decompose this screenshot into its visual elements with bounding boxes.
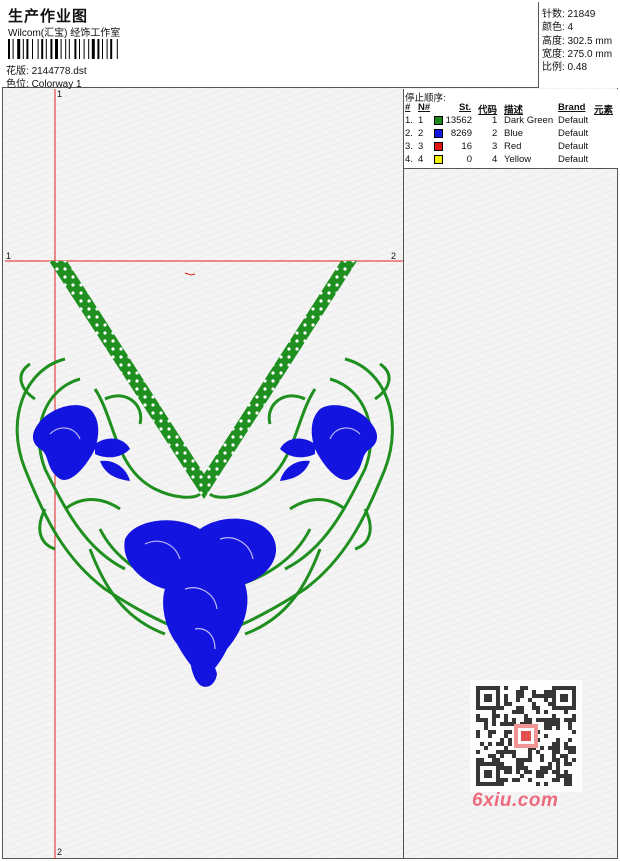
row-stitches: 0 — [466, 154, 472, 165]
stop-sequence-panel: 停止顺序: # N# St. 代码 描述 Brand 元素 1. 1 13562 1 D… — [404, 89, 618, 169]
v-neck-band — [49, 261, 357, 499]
row-desc: Yellow — [504, 154, 532, 165]
color-swatch — [434, 116, 443, 125]
row-code: 4 — [492, 154, 498, 165]
row-brand: Default — [558, 115, 589, 126]
axis-h-right: 2 — [391, 251, 397, 261]
row-num: 1. — [405, 115, 413, 126]
colorway-line: 色位: Colorway 1 — [6, 75, 82, 90]
row-n: 4 — [418, 154, 424, 165]
left-rose — [32, 405, 130, 481]
design-scale: 比例: 0.48 — [542, 62, 588, 73]
watermark-text: 6xiu.com — [472, 790, 559, 811]
col-desc: 描述 — [504, 105, 524, 116]
header: 生产作业图 Wilcom(汇宝) 经饰工作室 花版: 2144778.dst 色… — [2, 2, 618, 90]
right-rose — [280, 405, 378, 481]
col-element: 元素 — [594, 105, 614, 116]
page-title: 生产作业图 — [8, 8, 89, 25]
row-desc: Red — [504, 141, 522, 152]
row-code: 3 — [492, 141, 498, 152]
table-header: # N# St. 代码 描述 Brand 元素 — [404, 102, 618, 116]
color-swatch — [434, 142, 443, 151]
table-row: 2. 2 8269 2 Blue Default — [404, 128, 618, 140]
row-desc: Blue — [504, 128, 524, 139]
col-n: N# — [418, 102, 431, 113]
row-brand: Default — [558, 141, 589, 152]
color-swatch — [434, 155, 443, 164]
design-stats: 针数: 21849 颜色: 4 高度: 302.5 mm 宽度: 275.0 m… — [538, 2, 618, 88]
row-brand: Default — [558, 154, 589, 165]
color-count: 颜色: 4 — [542, 22, 574, 33]
col-st: St. — [459, 102, 472, 113]
axis-h-left: 1 — [6, 251, 12, 261]
color-swatch — [434, 129, 443, 138]
row-stitches: 8269 — [450, 128, 472, 139]
axis-v-top: 1 — [57, 89, 63, 99]
qr-code-icon — [470, 680, 582, 792]
red-stitch-mark — [184, 272, 196, 276]
embroidery-preview — [5, 89, 403, 859]
row-n: 1 — [418, 115, 424, 126]
table-row: 3. 3 16 3 Red Default — [404, 141, 618, 153]
center-rose-cluster — [124, 518, 277, 687]
row-code: 2 — [492, 128, 498, 139]
studio-name: Wilcom(汇宝) 经饰工作室 — [8, 28, 121, 39]
col-num: # — [405, 102, 411, 113]
row-n: 2 — [418, 128, 424, 139]
row-num: 2. — [405, 128, 413, 139]
row-brand: Default — [558, 128, 589, 139]
col-brand: Brand — [558, 102, 586, 113]
table-row: 4. 4 0 4 Yellow Default — [404, 154, 618, 166]
row-stitches: 16 — [461, 141, 472, 152]
row-num: 4. — [405, 154, 413, 165]
col-code: 代码 — [478, 105, 498, 116]
design-canvas: 1 2 1 2 — [5, 89, 404, 859]
row-n: 3 — [418, 141, 424, 152]
row-num: 3. — [405, 141, 413, 152]
row-stitches: 13562 — [445, 115, 472, 126]
row-code: 1 — [492, 115, 498, 126]
axis-v-bottom: 2 — [57, 847, 63, 857]
row-desc: Dark Green — [504, 115, 554, 126]
barcode-icon — [8, 39, 118, 59]
table-row: 1. 1 13562 1 Dark Green Default — [404, 115, 618, 127]
